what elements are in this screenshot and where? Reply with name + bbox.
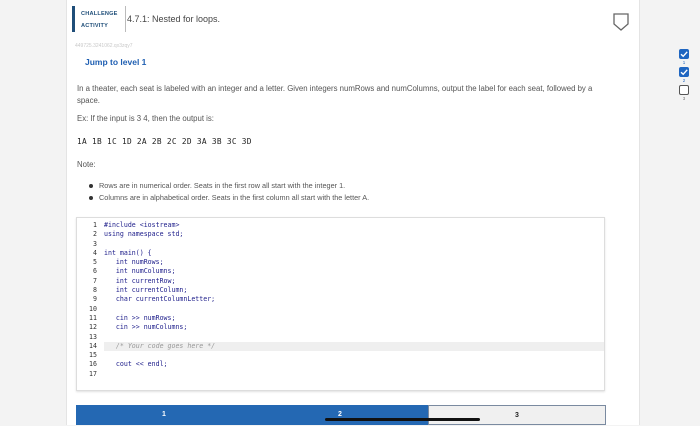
checkmark-icon (680, 69, 688, 76)
level-segment-1[interactable]: 1 (76, 405, 252, 425)
line-number: 2 (93, 230, 97, 239)
line-number: 17 (89, 369, 97, 378)
activity-code: 449725.3241062.qx3zqy7 (75, 43, 133, 49)
level-progress-bar: 1 2 3 (76, 405, 606, 425)
level-number: 1 (682, 60, 686, 65)
line-number: 6 (93, 267, 97, 276)
badge-line-1: CHALLENGE (81, 11, 118, 17)
line-number: 7 (93, 276, 97, 285)
level-segment-label: 2 (338, 411, 342, 418)
note-list: Rows are in numerical order. Seats in th… (89, 180, 369, 204)
activity-header: CHALLENGE ACTIVITY 4.7.1: Nested for loo… (67, 6, 639, 32)
line-number: 12 (89, 323, 97, 332)
checkmark-icon (680, 51, 688, 58)
challenge-activity-badge: CHALLENGE ACTIVITY (72, 6, 126, 32)
code-line[interactable] (104, 351, 604, 360)
code-line[interactable]: using namespace std; (104, 230, 604, 239)
note-item: Columns are in alphabetical order. Seats… (89, 192, 369, 204)
challenge-card: CHALLENGE ACTIVITY 4.7.1: Nested for loo… (66, 0, 689, 425)
line-number-gutter: 1 2 3 4 5 6 7 8 9 10 11 12 13 14 15 16 17 (77, 221, 99, 379)
code-line[interactable]: int currentColumn; (104, 286, 604, 295)
activity-title: 4.7.1: Nested for loops. (127, 14, 221, 24)
line-number: 9 (93, 295, 97, 304)
code-line[interactable]: cout << endl; (104, 360, 604, 369)
code-line[interactable] (104, 305, 604, 314)
line-number: 16 (89, 360, 97, 369)
example-text: Ex: If the input is 3 4, then the output… (77, 114, 214, 123)
level-indicator-list: 1 2 3 (679, 49, 691, 103)
code-line[interactable]: int numRows; (104, 258, 604, 267)
code-line[interactable]: cin >> numRows; (104, 314, 604, 323)
code-area[interactable]: #include <iostream> using namespace std; i… (104, 221, 604, 379)
level-2-complete-checkbox[interactable] (679, 67, 689, 77)
line-number: 4 (93, 248, 97, 257)
line-number: 10 (89, 304, 97, 313)
code-line[interactable]: int numColumns; (104, 267, 604, 276)
jump-to-level-heading: Jump to level 1 (85, 57, 147, 67)
code-line[interactable]: int main() { (104, 249, 604, 258)
level-number: 3 (682, 96, 686, 101)
line-number: 8 (93, 286, 97, 295)
level-segment-label: 3 (515, 412, 519, 419)
level-number: 2 (682, 78, 686, 83)
line-number: 3 (93, 239, 97, 248)
line-number: 13 (89, 332, 97, 341)
level-3-incomplete-checkbox[interactable] (679, 85, 689, 95)
level-segment-label: 1 (162, 411, 166, 418)
shield-outline-icon (613, 13, 629, 31)
line-number: 11 (89, 313, 97, 322)
example-output: 1A 1B 1C 1D 2A 2B 2C 2D 3A 3B 3C 3D (77, 137, 252, 146)
note-item: Rows are in numerical order. Seats in th… (89, 180, 369, 192)
code-line[interactable]: /* Your code goes here */ (104, 341, 604, 352)
level-segment-3[interactable]: 3 (428, 405, 606, 425)
note-label: Note: (77, 160, 96, 169)
badge-line-2: ACTIVITY (81, 23, 109, 29)
line-number: 5 (93, 258, 97, 267)
line-number: 1 (93, 221, 97, 229)
code-line[interactable] (104, 240, 604, 249)
problem-description: In a theater, each seat is labeled with … (77, 84, 593, 105)
code-line[interactable] (104, 370, 604, 379)
line-number: 14 (89, 341, 97, 350)
code-line[interactable]: cin >> numColumns; (104, 323, 604, 332)
line-number: 15 (89, 351, 97, 360)
code-line[interactable] (104, 333, 604, 342)
code-line[interactable]: char currentColumnLetter; (104, 295, 604, 304)
code-line[interactable]: #include <iostream> (104, 221, 604, 230)
code-line[interactable]: int currentRow; (104, 277, 604, 286)
horizontal-scrollbar[interactable] (325, 418, 480, 421)
level-1-complete-checkbox[interactable] (679, 49, 689, 59)
code-editor[interactable]: 1 2 3 4 5 6 7 8 9 10 11 12 13 14 15 16 17 #include <iost… (76, 217, 605, 391)
level-segment-2[interactable]: 2 (252, 405, 428, 425)
